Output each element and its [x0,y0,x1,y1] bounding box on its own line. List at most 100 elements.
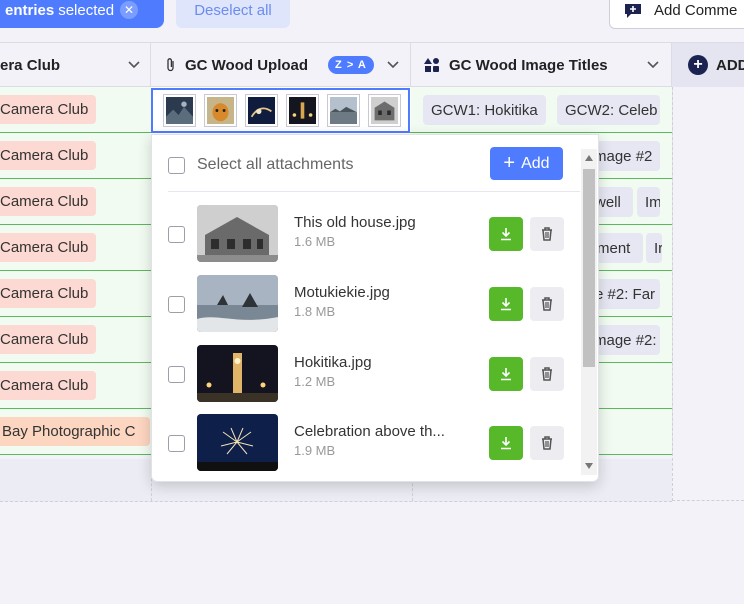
attachment-thumbnail[interactable] [204,94,237,127]
attachment-preview[interactable] [197,275,278,332]
sort-badge[interactable]: Z > A [328,56,374,74]
club-tag: Camera Club [0,141,97,170]
trash-icon [542,297,552,311]
comment-plus-icon [625,3,641,18]
attachment-checkbox[interactable] [168,226,185,243]
trash-icon [542,436,552,450]
club-tag: Camera Club [0,187,97,216]
delete-button[interactable] [530,217,564,251]
trash-icon [542,367,552,381]
attachment-name: Celebration above th... [294,423,445,440]
attachment-thumbnail[interactable] [286,94,319,127]
column-label-club: era Club [0,56,61,74]
download-icon [501,298,511,311]
download-button[interactable] [489,357,523,391]
add-attachment-label: Add [521,154,550,172]
coast-photo-image [197,275,278,332]
add-column-button[interactable]: + ADD [672,43,744,87]
club-tag: Camera Club [0,325,97,354]
plus-icon: + [503,152,516,174]
shapes-icon [424,58,439,72]
chevron-down-icon[interactable] [128,61,140,69]
photo-thumbnail-image [248,97,275,124]
attachment-checkbox[interactable] [168,296,185,313]
attachment-thumbnail[interactable] [327,94,360,127]
column-label-titles: GC Wood Image Titles [449,56,608,74]
add-column-label: ADD [716,56,744,74]
club-tag: Camera Club [0,233,97,262]
attachment-size: 1.9 MB [294,443,336,458]
deselect-all-button[interactable]: Deselect all [176,0,290,28]
add-attachment-button[interactable]: + Add [490,147,563,180]
attachment-thumbnails-cell[interactable] [151,88,410,133]
attachment-size: 1.2 MB [294,374,336,389]
selected-count-label: entries [5,1,55,19]
attachment-preview[interactable] [197,345,278,402]
download-button[interactable] [489,217,523,251]
photo-thumbnail-image [207,97,234,124]
column-header-titles[interactable]: GC Wood Image Titles [411,43,672,87]
club-cell[interactable]: Camera Club [0,271,152,316]
paperclip-icon [167,58,174,72]
column-header-club[interactable]: era Club [0,43,151,87]
attachment-preview[interactable] [197,414,278,471]
club-tag: Camera Club [0,279,97,308]
clear-selection-button[interactable]: ✕ [120,1,139,19]
delete-button[interactable] [530,426,564,460]
grid-header: era Club GC Wood Upload Z > A GC Wood Im… [0,42,744,87]
column-header-upload[interactable]: GC Wood Upload Z > A [151,43,411,87]
attachment-name: Hokitika.jpg [294,354,372,371]
attachment-checkbox[interactable] [168,435,185,452]
attachments-popup: Select all attachments + Add This old ho… [151,134,599,482]
photo-thumbnail-image [289,97,316,124]
delete-button[interactable] [530,357,564,391]
chevron-down-icon[interactable] [387,61,399,69]
club-cell[interactable]: Camera Club [0,225,152,270]
scroll-down-arrow-icon[interactable] [585,463,593,469]
club-cell[interactable]: Camera Club [0,363,152,408]
scrollbar-thumb[interactable] [583,169,595,367]
clocktower-photo-image [197,345,278,402]
photo-thumbnail-image [371,97,398,124]
selected-suffix: selected [58,1,115,19]
title-tag: GCW2: Celeb [557,95,660,125]
add-comment-button[interactable]: Add Comme [609,0,744,29]
download-button[interactable] [489,287,523,321]
scroll-up-arrow-icon[interactable] [585,155,593,161]
attachment-name: This old house.jpg [294,214,416,231]
attachment-size: 1.8 MB [294,304,336,319]
club-cell[interactable]: Camera Club [0,133,152,178]
attachment-thumbnail[interactable] [368,94,401,127]
photo-thumbnail-image [166,97,193,124]
plus-circle-icon: + [688,55,708,75]
download-icon [501,368,511,381]
titles-cell[interactable]: GCW1: Hokitika GCW2: Celeb [411,87,673,132]
club-tag: Camera Club [0,95,97,124]
empty-column-area [672,87,744,501]
attachment-name: Motukiekie.jpg [294,284,390,301]
selection-toolbar: entries selected ✕ Deselect all Add Comm… [0,0,744,42]
attachment-preview[interactable] [197,205,278,262]
download-icon [501,228,511,241]
attachment-thumbnail[interactable] [245,94,278,127]
column-label-upload: GC Wood Upload [185,56,309,74]
popup-scrollbar[interactable] [581,149,597,475]
club-cell[interactable]: Camera Club [0,87,152,132]
fireworks-photo-image [197,414,278,471]
download-button[interactable] [489,426,523,460]
club-cell[interactable]: Bay Photographic C [0,409,152,454]
delete-button[interactable] [530,287,564,321]
attachment-checkbox[interactable] [168,366,185,383]
chevron-down-icon[interactable] [647,61,659,69]
attachment-thumbnail[interactable] [163,94,196,127]
download-icon [501,437,511,450]
photo-thumbnail-image [330,97,357,124]
club-cell[interactable]: Camera Club [0,317,152,362]
club-cell[interactable]: Camera Club [0,179,152,224]
add-comment-label: Add Comme [654,2,738,19]
title-tag: Ir [646,233,662,263]
list-item: Motukiekie.jpg 1.8 MB [168,275,580,333]
selection-pill: entries selected ✕ [0,0,164,28]
select-all-checkbox[interactable] [168,157,185,174]
trash-icon [542,227,552,241]
